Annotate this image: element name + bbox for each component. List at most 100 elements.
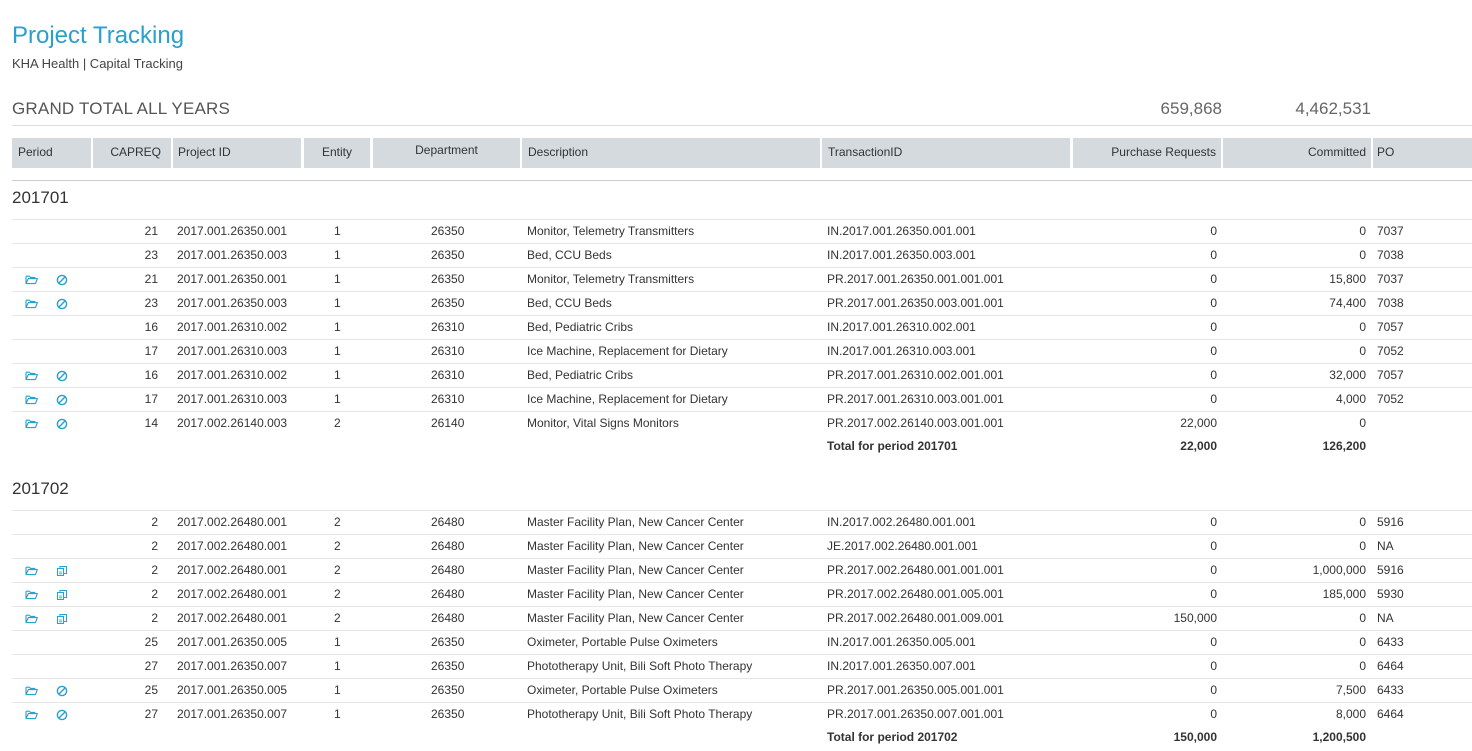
department-cell: 26310 (431, 344, 465, 358)
table-row[interactable]: 2 2017.002.26480.001 2 26480 Master Facility… (12, 582, 1472, 606)
po-cell: 6433 (1377, 635, 1404, 649)
table-row[interactable]: 27 2017.001.26350.007 1 26350 Phototherapy U… (12, 702, 1472, 726)
department-cell: 26350 (431, 635, 465, 649)
purchase-requests-cell: 0 (1210, 320, 1217, 334)
committed-cell: 74,400 (1329, 296, 1366, 310)
department-cell: 26480 (431, 515, 465, 529)
column-header-transaction-id[interactable]: TransactionID (822, 138, 1070, 168)
folder-open-icon[interactable] (25, 298, 38, 309)
period-total-row: Total for period 201702 150,000 1,200,500 (12, 725, 1472, 749)
cancel-icon[interactable] (56, 274, 68, 286)
purchase-requests-cell: 0 (1210, 272, 1217, 286)
committed-cell: 0 (1359, 248, 1366, 262)
transaction-id-cell: IN.2017.001.26350.007.001 (827, 659, 976, 673)
description-cell: Bed, CCU Beds (527, 296, 612, 310)
entity-cell: 2 (334, 539, 341, 553)
copy-icon[interactable] (56, 565, 68, 576)
description-cell: Phototherapy Unit, Bili Soft Photo Thera… (527, 659, 753, 673)
committed-cell: 0 (1359, 344, 1366, 358)
capreq-cell: 25 (144, 683, 158, 697)
table-row[interactable]: 27 2017.001.26350.007 1 26350 Phototherapy U… (12, 654, 1472, 678)
po-cell: 7037 (1377, 272, 1404, 286)
committed-cell: 185,000 (1322, 587, 1366, 601)
column-header-purchase-requests[interactable]: Purchase Requests (1073, 138, 1221, 168)
entity-cell: 1 (334, 707, 341, 721)
table-row[interactable]: 2 2017.002.26480.001 2 26480 Master Facility… (12, 534, 1472, 558)
table-row[interactable]: 25 2017.001.26350.005 1 26350 Oximeter, Port… (12, 678, 1472, 702)
folder-open-icon[interactable] (25, 274, 38, 285)
department-cell: 26480 (431, 587, 465, 601)
column-header-department[interactable]: Department (373, 138, 520, 168)
period-total-committed: 1,200,500 (1312, 730, 1366, 744)
folder-open-icon[interactable] (25, 394, 38, 405)
column-header-project-id[interactable]: Project ID (173, 138, 301, 168)
po-cell: NA (1377, 611, 1394, 625)
table-row[interactable]: 25 2017.001.26350.005 1 26350 Oximeter, Port… (12, 630, 1472, 654)
column-header-period[interactable]: Period (12, 138, 91, 168)
transaction-id-cell: IN.2017.001.26310.003.001 (827, 344, 976, 358)
table-row[interactable]: 17 2017.001.26310.003 1 26310 Ice Machine, R… (12, 339, 1472, 363)
entity-cell: 2 (334, 587, 341, 601)
cancel-icon[interactable] (56, 418, 68, 430)
table-row[interactable]: 2 2017.002.26480.001 2 26480 Master Facility… (12, 558, 1472, 582)
period-total-label: Total for period 201702 (827, 730, 958, 744)
column-header-po[interactable]: PO (1373, 138, 1472, 168)
po-cell: 7038 (1377, 248, 1404, 262)
committed-cell: 0 (1359, 515, 1366, 529)
column-header-entity[interactable]: Entity (304, 138, 370, 168)
purchase-requests-cell: 0 (1210, 635, 1217, 649)
committed-cell: 0 (1359, 635, 1366, 649)
cancel-icon[interactable] (56, 394, 68, 406)
project-id-cell: 2017.001.26350.003 (177, 248, 288, 262)
description-cell: Monitor, Telemetry Transmitters (527, 272, 695, 286)
table-row[interactable]: 2 2017.002.26480.001 2 26480 Master Facility… (12, 510, 1472, 534)
committed-cell: 15,800 (1329, 272, 1366, 286)
department-cell: 26350 (431, 683, 465, 697)
folder-open-icon[interactable] (25, 613, 38, 624)
folder-open-icon[interactable] (25, 418, 38, 429)
po-cell: 5930 (1377, 587, 1404, 601)
department-cell: 26350 (431, 224, 465, 238)
committed-cell: 0 (1359, 611, 1366, 625)
po-cell: 5916 (1377, 515, 1404, 529)
table-row[interactable]: 21 2017.001.26350.001 1 26350 Monitor, Telem… (12, 267, 1472, 291)
project-id-cell: 2017.001.26350.007 (177, 707, 288, 721)
folder-open-icon[interactable] (25, 370, 38, 381)
table-row[interactable]: 16 2017.001.26310.002 1 26310 Bed, Pediatric… (12, 363, 1472, 387)
project-id-cell: 2017.002.26140.003 (177, 416, 288, 430)
cancel-icon[interactable] (56, 709, 68, 721)
department-cell: 26350 (431, 296, 465, 310)
department-cell: 26310 (431, 320, 465, 334)
entity-cell: 1 (334, 392, 341, 406)
purchase-requests-cell: 0 (1210, 224, 1217, 238)
cancel-icon[interactable] (56, 298, 68, 310)
table-row[interactable]: 2 2017.002.26480.001 2 26480 Master Facility… (12, 606, 1472, 630)
cancel-icon[interactable] (56, 370, 68, 382)
folder-open-icon[interactable] (25, 589, 38, 600)
committed-cell: 0 (1359, 320, 1366, 334)
cancel-icon[interactable] (56, 685, 68, 697)
table-row[interactable]: 23 2017.001.26350.003 1 26350 Bed, CCU Beds I… (12, 243, 1472, 267)
project-id-cell: 2017.001.26310.002 (177, 368, 288, 382)
entity-cell: 1 (334, 224, 341, 238)
transaction-id-cell: IN.2017.001.26350.003.001 (827, 248, 976, 262)
table-row[interactable]: 16 2017.001.26310.002 1 26310 Bed, Pediatric… (12, 315, 1472, 339)
table-row[interactable]: 21 2017.001.26350.001 1 26350 Monitor, Telem… (12, 219, 1472, 243)
project-id-cell: 2017.001.26310.003 (177, 344, 288, 358)
table-row[interactable]: 23 2017.001.26350.003 1 26350 Bed, CCU Beds P… (12, 291, 1472, 315)
project-id-cell: 2017.001.26350.003 (177, 296, 288, 310)
table-row[interactable]: 17 2017.001.26310.003 1 26310 Ice Machine, R… (12, 387, 1472, 411)
entity-cell: 1 (334, 683, 341, 697)
column-header-capreq[interactable]: CAPREQ (93, 138, 171, 168)
copy-icon[interactable] (56, 613, 68, 624)
folder-open-icon[interactable] (25, 709, 38, 720)
column-header-description[interactable]: Description (522, 138, 820, 168)
column-header-committed[interactable]: Committed (1223, 138, 1371, 168)
copy-icon[interactable] (56, 589, 68, 600)
purchase-requests-cell: 0 (1210, 368, 1217, 382)
folder-open-icon[interactable] (25, 565, 38, 576)
description-cell: Master Facility Plan, New Cancer Center (527, 587, 744, 601)
grand-total-purchase-requests: 659,868 (1160, 99, 1222, 118)
table-row[interactable]: 14 2017.002.26140.003 2 26140 Monitor, Vital… (12, 411, 1472, 435)
folder-open-icon[interactable] (25, 685, 38, 696)
